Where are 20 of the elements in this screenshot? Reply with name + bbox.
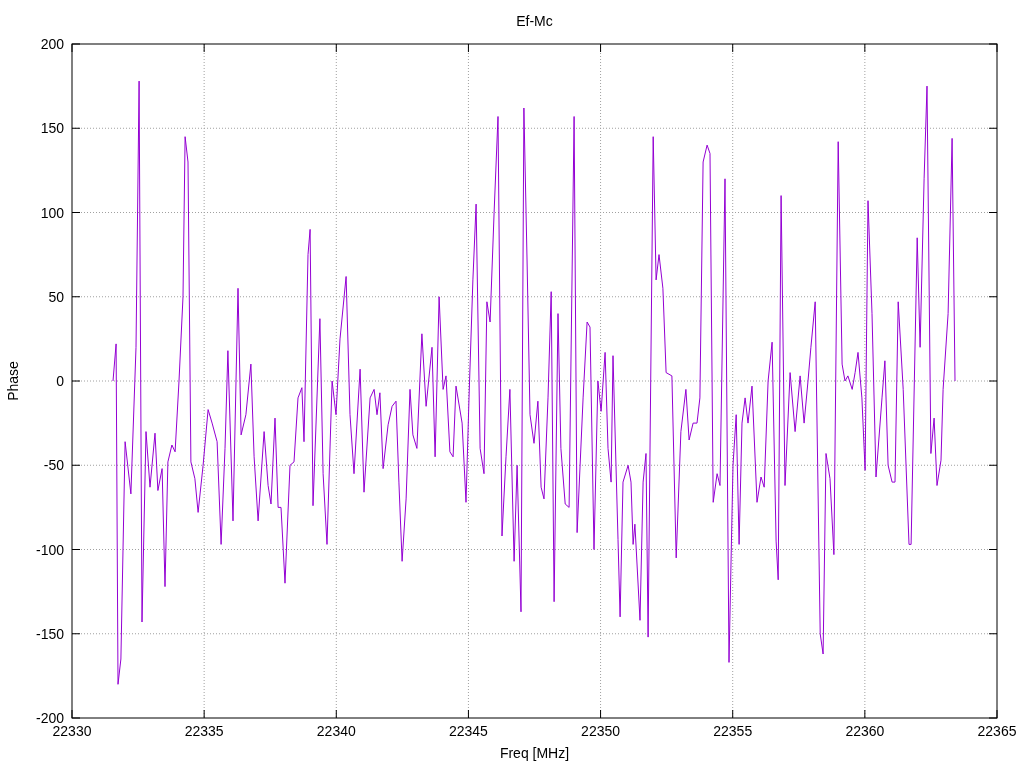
tick-label: 22330	[52, 723, 92, 739]
tick-label: 100	[40, 204, 64, 221]
tick-label: -200	[35, 710, 64, 726]
tick-label: 22345	[448, 723, 488, 739]
tick-label: 22340	[316, 723, 356, 739]
tick-label: -100	[35, 541, 64, 558]
tick-label: 22365	[977, 723, 1017, 739]
chart-title: Ef-Mc	[516, 13, 553, 29]
tick-label: 50	[48, 288, 64, 305]
tick-label: -150	[35, 625, 64, 642]
tick-label: 0	[56, 373, 64, 389]
tick-label: 22360	[845, 723, 885, 739]
axis-label: Freq [MHz]	[499, 745, 570, 761]
tick-label: 22350	[581, 723, 621, 739]
axis-label: Phase	[5, 361, 21, 401]
tick-label: 150	[40, 120, 64, 137]
tick-label: 22355	[713, 723, 753, 739]
tick-label: 22335	[184, 723, 224, 739]
tick-label: 200	[40, 36, 64, 52]
tick-label: -50	[43, 457, 64, 474]
